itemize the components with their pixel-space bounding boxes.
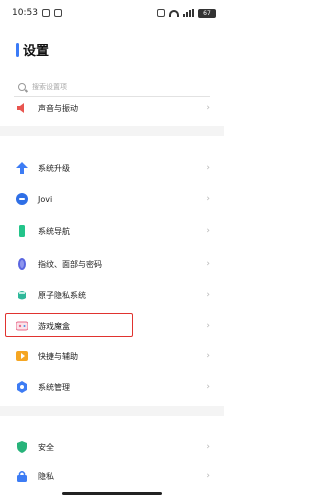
chevron-right-icon: › xyxy=(206,259,210,269)
game-box-icon xyxy=(16,320,28,332)
signal-icon xyxy=(183,9,194,17)
chevron-right-icon: › xyxy=(206,382,210,392)
section-divider xyxy=(0,126,224,136)
settings-item-system-management[interactable]: 系统管理 › xyxy=(0,373,224,401)
chevron-right-icon: › xyxy=(206,103,210,113)
settings-item-system-navigation[interactable]: 系统导航 › xyxy=(0,217,224,245)
settings-item-label: 指纹、面部与密码 xyxy=(38,259,102,269)
wifi-icon xyxy=(169,9,179,17)
settings-item-label: 系统管理 xyxy=(38,382,70,392)
settings-item-privacy[interactable]: 隐私 › xyxy=(0,462,224,490)
notification-icon xyxy=(53,9,62,17)
settings-item-label: 系统升级 xyxy=(38,163,70,173)
settings-item-label: 原子隐私系统 xyxy=(38,290,86,300)
settings-item-atom-privacy[interactable]: 原子隐私系统 › xyxy=(0,281,224,309)
chevron-right-icon: › xyxy=(206,226,210,236)
status-bar-left: 10:53 xyxy=(12,8,62,18)
fingerprint-icon xyxy=(16,258,28,270)
clock: 10:53 xyxy=(12,8,38,18)
settings-item-security[interactable]: 安全 › xyxy=(0,433,224,461)
shortcut-icon xyxy=(16,350,28,362)
settings-item-label: 快捷与辅助 xyxy=(38,351,78,361)
settings-item-game-box[interactable]: 游戏魔盒 › xyxy=(0,312,224,340)
chevron-right-icon: › xyxy=(206,442,210,452)
privacy-icon xyxy=(16,470,28,482)
settings-item-label: 隐私 xyxy=(38,471,54,481)
chevron-right-icon: › xyxy=(206,471,210,481)
settings-item-fingerprint[interactable]: 指纹、面部与密码 › xyxy=(0,250,224,278)
status-bar: 10:53 67 xyxy=(0,0,224,26)
page-header: 设置 xyxy=(16,40,49,59)
settings-item-label: 游戏魔盒 xyxy=(38,321,70,331)
search-icon xyxy=(18,82,26,91)
chevron-right-icon: › xyxy=(206,351,210,361)
settings-item-shortcuts[interactable]: 快捷与辅助 › xyxy=(0,342,224,370)
jovi-icon xyxy=(16,193,28,205)
navigation-phone-icon xyxy=(16,225,28,237)
settings-item-label: Jovi xyxy=(38,194,53,204)
settings-item-system-upgrade[interactable]: 系统升级 › xyxy=(0,154,224,182)
page-title: 设置 xyxy=(23,44,50,59)
chevron-right-icon: › xyxy=(206,163,210,173)
upgrade-arrow-icon xyxy=(16,162,28,174)
battery-icon: 67 xyxy=(198,8,216,18)
title-accent xyxy=(16,42,19,57)
status-bar-right: 67 xyxy=(157,8,216,18)
notification-icon xyxy=(41,9,50,17)
chevron-right-icon: › xyxy=(206,194,210,204)
shield-icon xyxy=(16,441,28,453)
home-indicator[interactable] xyxy=(62,492,162,495)
chevron-right-icon: › xyxy=(206,290,210,300)
speaker-icon xyxy=(16,102,28,114)
settings-item-label: 系统导航 xyxy=(38,226,70,236)
atom-privacy-icon xyxy=(16,289,28,301)
nfc-icon xyxy=(157,9,165,17)
search-placeholder: 搜索设置项 xyxy=(32,82,67,91)
settings-item-jovi[interactable]: Jovi › xyxy=(0,185,224,213)
settings-item-label: 安全 xyxy=(38,442,54,452)
settings-item-sound[interactable]: 声音与振动 › xyxy=(0,94,224,122)
section-divider xyxy=(0,406,224,416)
settings-item-label: 声音与振动 xyxy=(38,103,78,113)
chevron-right-icon: › xyxy=(206,321,210,331)
system-management-icon xyxy=(16,381,28,393)
